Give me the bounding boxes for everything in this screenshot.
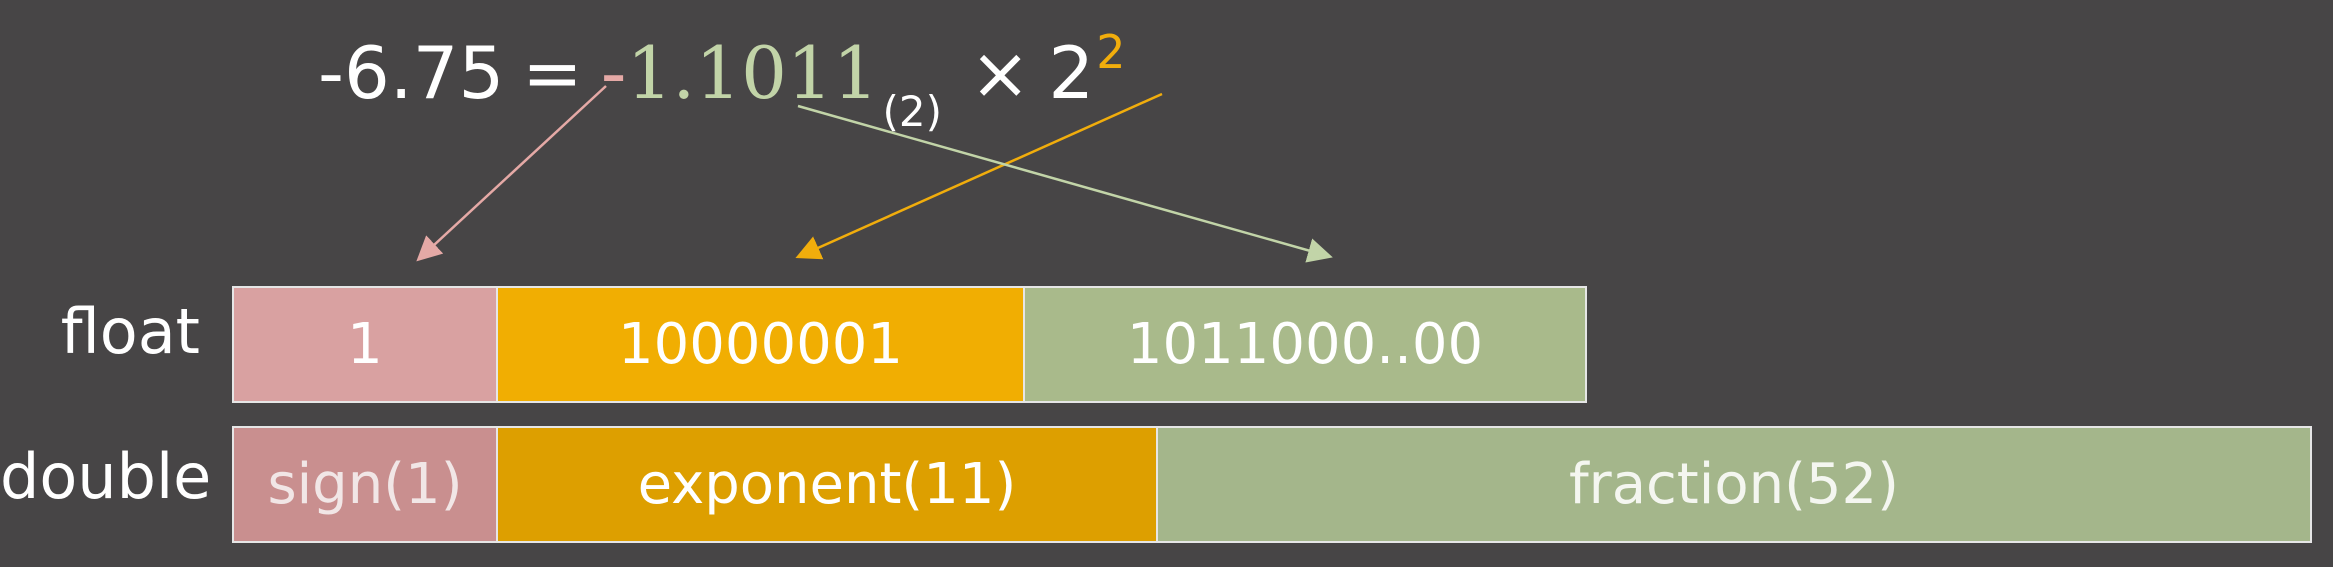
float-bit-layout: 1 10000001 1011000..00 [232,286,1587,403]
formula-mantissa: 1.1011 [626,31,879,115]
float-sign-field: 1 [234,288,496,401]
formula-base-subscript: (2) [882,87,943,136]
formula-lhs: -6.75 [318,31,505,115]
formula-sign: - [600,31,627,115]
formula: -6.75 = -1.1011(2) × 22 [318,18,1125,136]
formula-equals: = [522,31,583,115]
double-exponent-field: exponent(11) [496,428,1156,541]
float-label: float [60,295,200,368]
float-fraction-field: 1011000..00 [1023,288,1585,401]
diagram: -6.75 = -1.1011(2) × 22 float 1 10000001 101… [0,0,2333,567]
float-exponent-field: 10000001 [496,288,1023,401]
formula-exponent: 2 [1096,25,1126,79]
double-fraction-field: fraction(52) [1156,428,2310,541]
formula-base: 2 [1048,31,1095,115]
formula-times: × [970,31,1031,115]
double-sign-field: sign(1) [234,428,496,541]
double-label: double [0,440,212,513]
double-bit-layout: sign(1) exponent(11) fraction(52) [232,426,2312,543]
fraction-arrow [797,104,1333,263]
